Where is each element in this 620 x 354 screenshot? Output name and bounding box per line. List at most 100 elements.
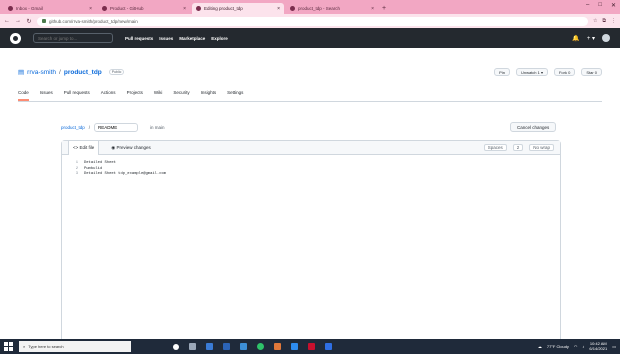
lock-icon (42, 19, 46, 23)
close-tab-icon[interactable]: × (89, 6, 92, 12)
editor-body[interactable]: 1 Detailed Sheet 2 Pumbulid 3 Detailed Shee… (62, 155, 560, 184)
tab-edit-file[interactable]: <> Edit file (68, 140, 100, 155)
tab-insights[interactable]: Insights (201, 90, 217, 101)
star-button[interactable]: Star 0 (581, 68, 602, 76)
browser-tab-1[interactable]: Inbox - Gmail × (4, 3, 96, 14)
filename-input[interactable] (94, 122, 139, 132)
watch-button[interactable]: Unwatch 1 ▾ (515, 68, 548, 76)
github-header: Pull requests Issues Marketplace Explore… (0, 28, 620, 48)
nav-pull-requests[interactable]: Pull requests (125, 36, 153, 41)
chrome-icon[interactable] (257, 343, 264, 350)
github-logo-icon[interactable] (10, 32, 21, 44)
mail-icon[interactable] (223, 343, 230, 350)
volume-icon[interactable]: ♪ (582, 344, 584, 349)
bookmark-icon[interactable]: ☆ (593, 18, 597, 24)
tab-code[interactable]: Code (18, 90, 29, 101)
tab-preview-label: Preview changes (116, 145, 151, 150)
extensions-icon[interactable]: ⧉ (602, 18, 606, 24)
tab-projects[interactable]: Projects (127, 90, 143, 101)
github-header-right: 🔔 + ▾ (572, 34, 610, 42)
search-favicon-icon (290, 6, 295, 11)
tab-security[interactable]: Security (173, 90, 189, 101)
tab-issues[interactable]: Issues (40, 90, 53, 101)
system-tray: ☁ 77°F Cloudy ◠ ♪ 10:42 AM 6/14/2021 ▭ (538, 341, 616, 351)
tab-actions[interactable]: Actions (101, 90, 116, 101)
tab-wiki[interactable]: Wiki (154, 90, 163, 101)
wifi-icon[interactable]: ◠ (574, 344, 578, 349)
browser-tab-label: Product - GitHub (110, 6, 144, 11)
maximize-icon[interactable]: □ (598, 2, 602, 9)
browser-tab-label: product_tdp - Search (298, 6, 341, 11)
cortana-icon[interactable] (173, 343, 179, 350)
tab-edit-file-label: Edit file (79, 145, 95, 150)
office-icon[interactable] (308, 343, 315, 350)
repo-owner-link[interactable]: rrva-smith (27, 69, 56, 76)
notifications-center-icon[interactable]: ▭ (612, 344, 616, 349)
browser-tab-label: Inbox - Gmail (16, 6, 43, 11)
files-icon[interactable] (274, 343, 281, 350)
editor-options: Spaces 2 No wrap (483, 144, 554, 151)
taskbar-search-placeholder: Type here to search (28, 344, 64, 349)
url-field[interactable]: github.com/rrva-smith/product_tdp/new/ma… (37, 16, 588, 26)
back-icon[interactable]: ← (4, 18, 10, 24)
weather-icon[interactable]: ☁ (538, 344, 542, 349)
tab-preview-changes[interactable]: ◉ Preview changes (107, 141, 154, 155)
repo-header: ▤ rrva-smith / product_tdp Public Pin Un… (18, 66, 602, 78)
browser-tab-2[interactable]: Product - GitHub × (98, 3, 190, 14)
close-tab-icon[interactable]: × (183, 6, 186, 12)
url-text: github.com/rrva-smith/product_tdp/new/ma… (49, 18, 138, 24)
new-tab-button[interactable]: + (382, 3, 386, 14)
editor-line-text: Detailed Sheet tdp_example@gmail.com (84, 172, 167, 176)
breadcrumb-repo-link[interactable]: product_tdp (61, 125, 85, 130)
close-tab-icon[interactable]: × (277, 6, 280, 12)
taskbar-search[interactable]: ⌕ Type here to search (19, 341, 131, 352)
clock[interactable]: 10:42 AM 6/14/2021 (589, 341, 607, 351)
edge-icon[interactable] (240, 343, 247, 350)
indent-size-select[interactable]: 2 (512, 144, 524, 151)
vscode-icon[interactable] (291, 343, 298, 350)
repo-icon: ▤ (18, 69, 25, 76)
file-path-bar: product_tdp / in main (61, 122, 165, 132)
fork-button[interactable]: Fork 0 (553, 68, 576, 76)
close-window-icon[interactable]: ✕ (611, 2, 616, 9)
wrap-mode-select[interactable]: No wrap (529, 144, 554, 151)
window-controls: – □ ✕ (586, 2, 616, 9)
search-icon: ⌕ (23, 344, 26, 349)
cancel-changes-button[interactable]: Cancel changes (510, 122, 557, 132)
tab-pull-requests[interactable]: Pull requests (64, 90, 90, 101)
github-favicon-icon (196, 6, 201, 11)
word-icon[interactable] (325, 343, 332, 350)
menu-icon[interactable]: ⋮ (611, 18, 616, 24)
breadcrumb-separator: / (88, 124, 91, 130)
notifications-icon[interactable]: 🔔 (572, 35, 579, 42)
pin-button[interactable]: Pin (494, 68, 510, 76)
forward-icon[interactable]: → (15, 18, 21, 24)
repo-name-link[interactable]: product_tdp (64, 69, 102, 76)
nav-explore[interactable]: Explore (211, 36, 228, 41)
reload-icon[interactable]: ↻ (26, 18, 32, 25)
github-search-input[interactable] (33, 33, 113, 43)
address-bar: ← → ↻ github.com/rrva-smith/product_tdp/… (0, 14, 620, 28)
store-icon[interactable] (206, 343, 213, 350)
nav-issues[interactable]: Issues (159, 36, 173, 41)
repo-path-separator: / (59, 68, 61, 76)
editor-line: 3 Detailed Sheet tdp_example@gmail.com (72, 172, 550, 178)
nav-marketplace[interactable]: Marketplace (179, 36, 205, 41)
indent-mode-select[interactable]: Spaces (483, 144, 507, 151)
browser-tab-4[interactable]: product_tdp - Search × (286, 3, 378, 14)
minimize-icon[interactable]: – (586, 2, 589, 9)
browser-tab-3[interactable]: Editing product_tdp × (192, 3, 284, 14)
weather-text[interactable]: 77°F Cloudy (547, 344, 569, 349)
repo-actions: Pin Unwatch 1 ▾ Fork 0 Star 0 (494, 68, 602, 76)
browser-tab-label: Editing product_tdp (204, 6, 243, 11)
avatar[interactable] (602, 34, 610, 42)
windows-taskbar: ⌕ Type here to search ☁ 77°F Cloudy ◠ ♪ … (0, 339, 620, 354)
line-number: 3 (75, 172, 78, 176)
task-view-icon[interactable] (189, 343, 196, 350)
github-nav: Pull requests Issues Marketplace Explore (125, 36, 228, 41)
browser-tabstrip: Inbox - Gmail × Product - GitHub × Editing… (0, 0, 620, 14)
windows-start-icon[interactable] (4, 342, 13, 351)
create-new-icon[interactable]: + ▾ (587, 35, 595, 42)
tab-settings[interactable]: Settings (227, 90, 243, 101)
close-tab-icon[interactable]: × (371, 6, 374, 12)
